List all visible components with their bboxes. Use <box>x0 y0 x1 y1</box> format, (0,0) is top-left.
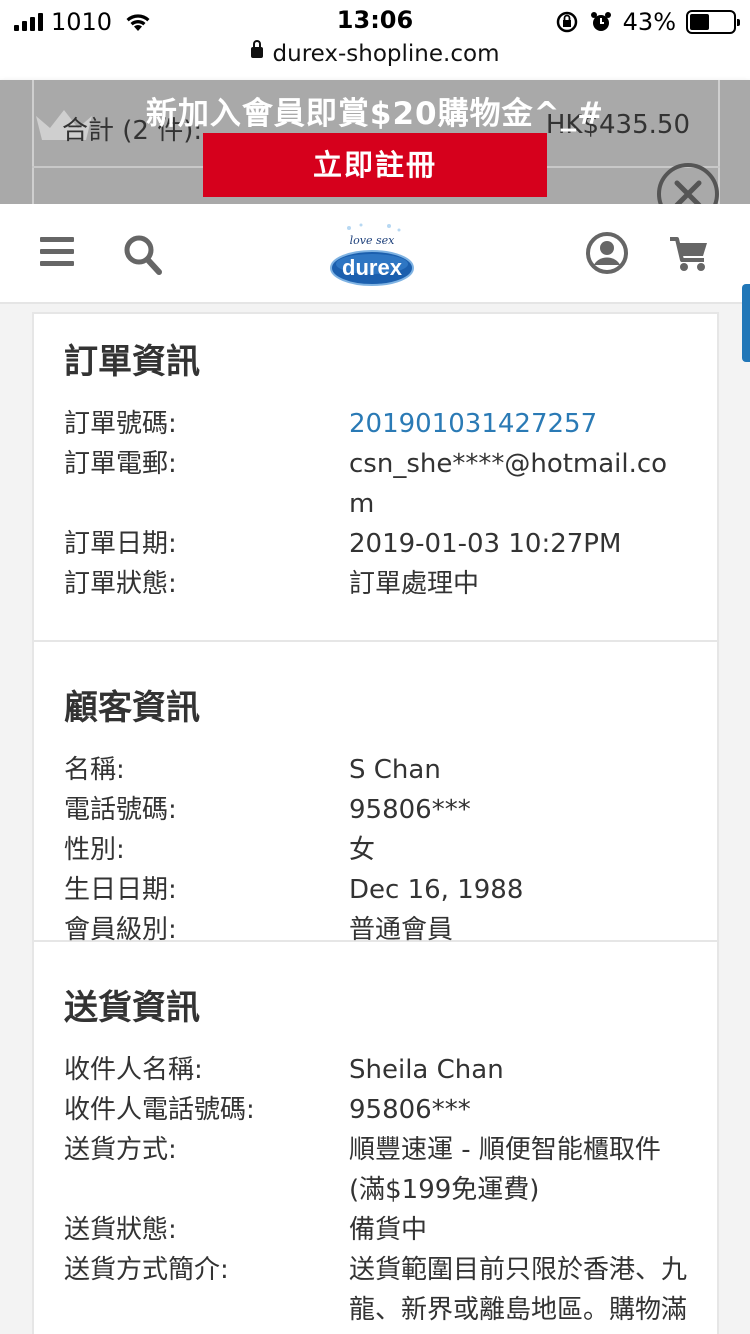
site-header: love sex durex <box>0 204 750 304</box>
info-row: 性別: 女 <box>64 830 687 870</box>
lock-icon <box>250 40 263 58</box>
status-right: 43% <box>555 8 740 36</box>
row-label: 收件人名稱: <box>64 1055 203 1085</box>
close-icon[interactable] <box>655 161 721 204</box>
info-row: 生日日期: Dec 16, 1988 <box>64 870 687 910</box>
battery-icon <box>686 10 740 34</box>
info-row: 送貨方式簡介: 送貨範圍目前只限於香港、九龍、新界或離島地區。購物滿港幣 $19… <box>64 1250 687 1334</box>
info-row: 送貨方式: 順豐速運 - 順便智能櫃取件 (滿$199免運費) <box>64 1130 687 1210</box>
order-info-section: 訂單資訊 訂單號碼: 201901031427257 訂單電郵: csn_she… <box>34 314 717 640</box>
url-text: durex-shopline.com <box>272 41 500 67</box>
order-number-link[interactable]: 201901031427257 <box>349 404 687 444</box>
row-value: S Chan <box>349 755 441 785</box>
svg-text:durex: durex <box>342 255 403 280</box>
customer-info-section: 顧客資訊 名稱: S Chan 電話號碼: 95806*** 性別: 女 生日日… <box>34 640 717 945</box>
row-label: 名稱: <box>64 755 125 785</box>
info-row: 電話號碼: 95806*** <box>64 790 687 830</box>
register-button[interactable]: 立即註冊 <box>203 133 547 197</box>
promo-headline: 新加入會員即賞$20購物金^_# <box>145 96 605 132</box>
row-value: 女 <box>349 835 376 865</box>
row-label: 性別: <box>64 835 125 865</box>
row-value: Dec 16, 1988 <box>349 875 524 905</box>
row-label: 訂單電郵: <box>64 449 177 479</box>
row-label: 電話號碼: <box>64 795 177 825</box>
order-detail-card: 訂單資訊 訂單號碼: 201901031427257 訂單電郵: csn_she… <box>32 312 719 1334</box>
row-label: 會員級別: <box>64 915 177 945</box>
delivery-info-section: 送貨資訊 收件人名稱: Sheila Chan 收件人電話號碼: 95806**… <box>34 940 717 1334</box>
info-row: 訂單日期: 2019-01-03 10:27PM <box>64 524 687 564</box>
row-value: 95806*** <box>349 1095 471 1125</box>
row-label: 訂單狀態: <box>64 569 177 599</box>
row-value: 順豐速運 - 順便智能櫃取件 (滿$199免運費) <box>349 1135 661 1205</box>
info-row: 會員級別: 普通會員 <box>64 910 687 950</box>
battery-percent: 43% <box>622 8 676 36</box>
row-value: 訂單處理中 <box>349 569 480 599</box>
info-row: 收件人電話號碼: 95806*** <box>64 1090 687 1130</box>
durex-logo[interactable]: love sex durex <box>329 222 415 288</box>
row-value: 普通會員 <box>349 915 454 945</box>
row-value: 2019-01-03 10:27PM <box>349 529 622 559</box>
promo-banner: 合計 (2 件): HK$435.50 新加入會員即賞$20購物金^_# 立即註… <box>0 80 750 204</box>
info-row: 訂單狀態: 訂單處理中 <box>64 564 687 604</box>
row-label: 訂單日期: <box>64 529 177 559</box>
section-title: 訂單資訊 <box>64 342 200 382</box>
info-row: 訂單號碼: 201901031427257 <box>64 404 687 444</box>
account-icon[interactable] <box>586 232 628 274</box>
row-value: Sheila Chan <box>349 1055 504 1085</box>
battery-fill <box>690 14 709 30</box>
row-label: 訂單號碼: <box>64 409 177 439</box>
row-label: 送貨方式簡介: <box>64 1255 229 1285</box>
rotation-lock-icon <box>556 11 577 33</box>
search-icon[interactable] <box>123 234 163 276</box>
status-bar: 1010 13:06 43% <box>0 0 750 40</box>
row-label: 收件人電話號碼: <box>64 1095 255 1125</box>
row-label: 生日日期: <box>64 875 177 905</box>
info-row: 名稱: S Chan <box>64 750 687 790</box>
row-value: 備貨中 <box>349 1215 428 1245</box>
row-label: 送貨方式: <box>64 1135 177 1165</box>
info-row: 送貨狀態: 備貨中 <box>64 1210 687 1250</box>
address-bar[interactable]: durex-shopline.com <box>0 40 750 80</box>
row-value: 送貨範圍目前只限於香港、九龍、新界或離島地區。購物滿港幣 $199 元或以上可 <box>349 1255 688 1325</box>
alarm-icon <box>590 12 611 31</box>
info-row: 訂單電郵: csn_she****@hotmail.com <box>64 444 687 524</box>
section-title: 顧客資訊 <box>64 688 200 728</box>
cart-icon[interactable] <box>668 234 710 274</box>
info-row: 收件人名稱: Sheila Chan <box>64 1050 687 1090</box>
row-value: csn_she****@hotmail.com <box>349 449 668 519</box>
side-feedback-tab[interactable] <box>742 284 750 362</box>
row-value: 95806*** <box>349 795 471 825</box>
menu-icon[interactable] <box>40 237 74 267</box>
svg-text:love sex: love sex <box>350 234 396 247</box>
row-label: 送貨狀態: <box>64 1215 177 1245</box>
section-title: 送貨資訊 <box>64 988 200 1028</box>
